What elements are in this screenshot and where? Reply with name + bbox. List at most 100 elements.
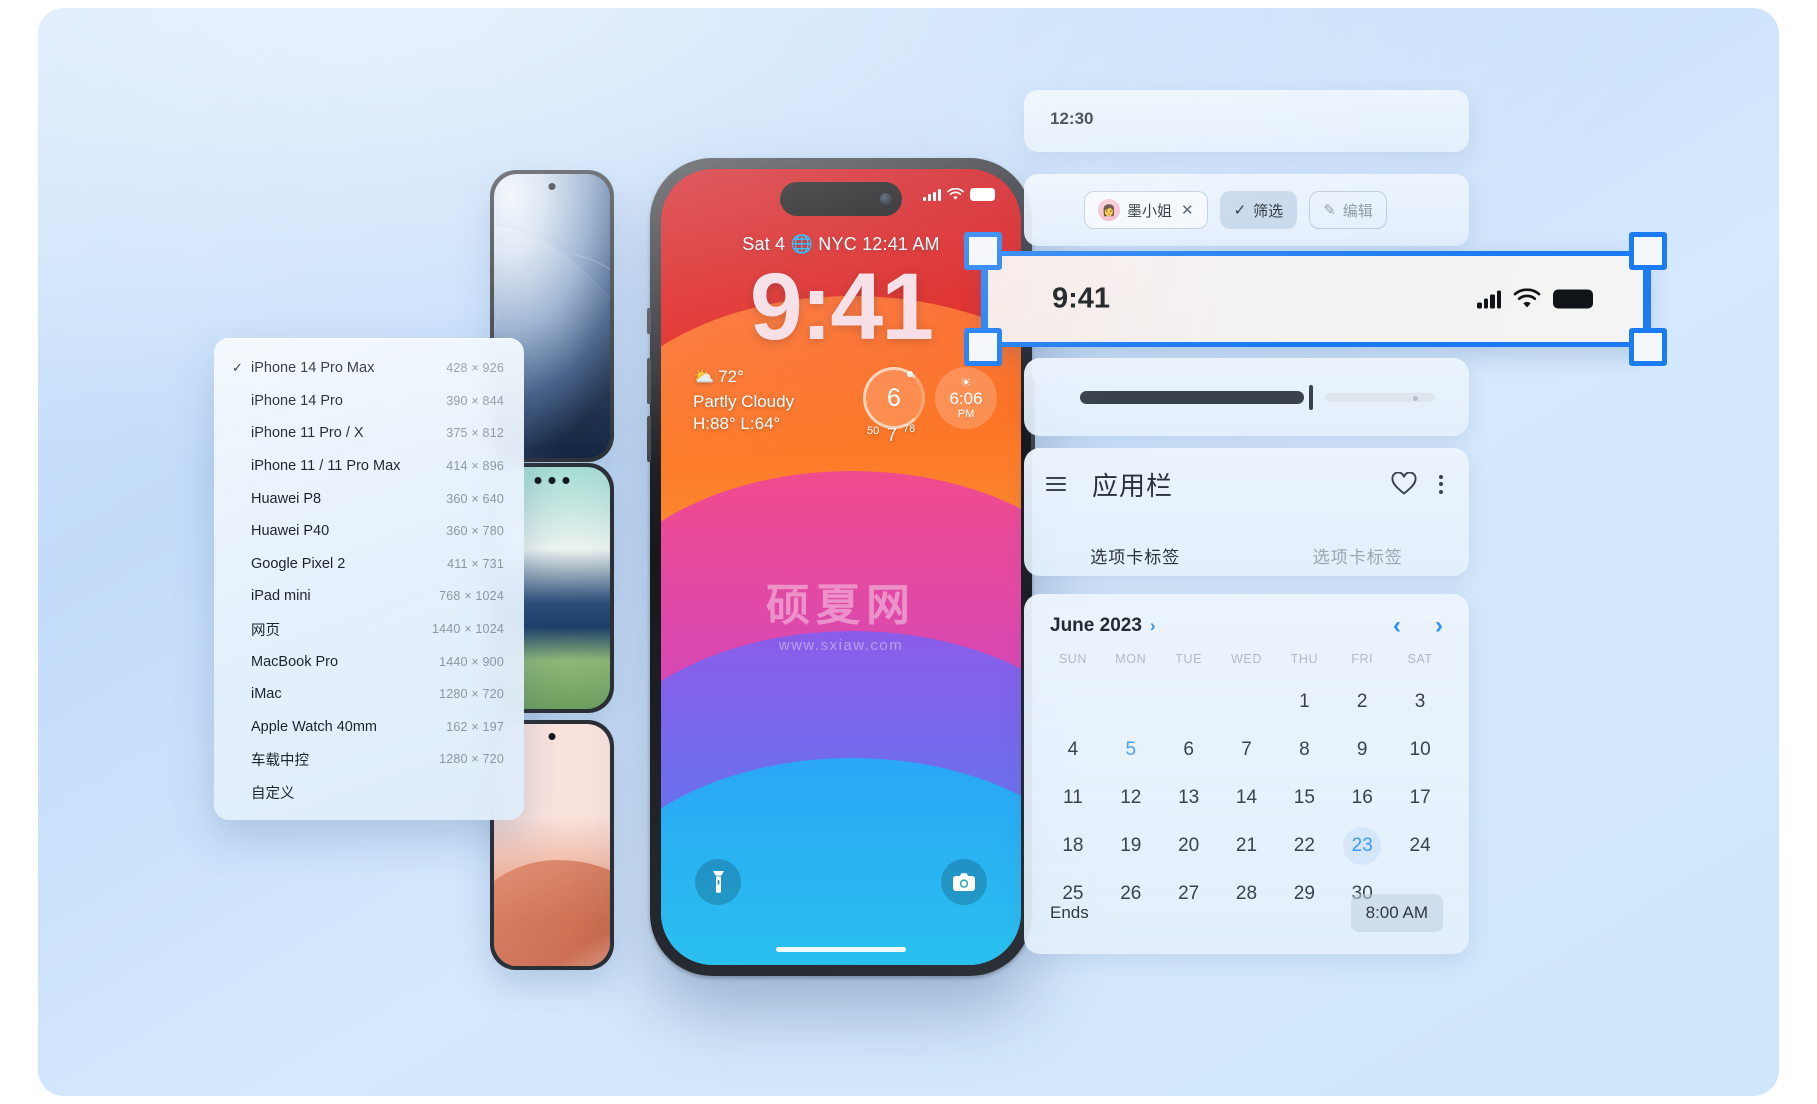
ends-time-value[interactable]: 8:00 AM [1350,894,1443,932]
lockscreen-canvas[interactable]: Sat 4 🌐 NYC 12:41 AM 9:41 ⛅ 72° Partly C… [661,169,1021,965]
calendar-day-cell[interactable]: 17 [1391,774,1449,822]
menu-item-label: iPhone 14 Pro Max [251,360,375,377]
calendar-day-cell[interactable]: 15 [1275,774,1333,822]
gauge-max: 78 [903,423,916,435]
calendar-panel[interactable]: June 2023 › ‹ › SUN MON TUE WED THU FRI … [1024,594,1469,954]
calendar-day-cell[interactable]: 20 [1160,822,1218,870]
calendar-day-blank [1044,678,1102,726]
close-icon[interactable]: ✕ [1181,201,1194,219]
calendar-day-cell[interactable]: 3 [1391,678,1449,726]
volume-down-button[interactable] [647,416,651,462]
slider-thumb[interactable] [1308,385,1313,410]
menu-item-size: 414 × 896 [446,459,504,474]
menu-item-device[interactable]: 网页 1440 × 1024 [214,613,524,646]
chip-edit[interactable]: ✎ 编辑 [1309,191,1387,229]
slider-panel[interactable] [1024,358,1469,436]
appbar-panel[interactable]: 应用栏 选项卡标签 选项卡标签 [1024,448,1469,576]
wallpaper-band-purple [661,630,1021,965]
chips-panel[interactable]: 👩 墨小姐 ✕ ✓ 筛选 ✎ 编辑 [1024,174,1469,246]
menu-item-label: Huawei P40 [251,523,330,540]
mute-switch[interactable] [647,308,651,334]
device-size-dropdown[interactable]: ✓ iPhone 14 Pro Max 428 × 926 iPhone 14 … [214,338,524,821]
menu-item-device[interactable]: 车载中控 1280 × 720 [214,743,524,776]
calendar-day-cell[interactable]: 13 [1160,774,1218,822]
next-month-icon[interactable]: › [1435,612,1443,640]
sunset-widget[interactable]: ☀ 6:06 PM [935,367,997,429]
time-panel[interactable]: 12:30 [1024,90,1469,152]
calendar-day-blank [1218,678,1276,726]
calendar-day-cell[interactable]: 8 [1275,726,1333,774]
menu-item-device[interactable]: Huawei P40 360 × 780 [214,515,524,548]
tab-item-active[interactable]: 选项卡标签 [1024,543,1247,568]
calendar-day-cell[interactable]: 23 [1333,822,1391,870]
slider-control[interactable] [1080,385,1435,410]
flashlight-button[interactable] [695,859,741,905]
chip-filter[interactable]: ✓ 筛选 [1219,191,1298,229]
menu-item-device[interactable]: iMac 1280 × 720 [214,678,524,711]
calendar-day-cell[interactable]: 19 [1102,822,1160,870]
tab-item-inactive[interactable]: 选项卡标签 [1247,543,1470,568]
resize-handle-top-right[interactable] [1629,232,1667,270]
home-indicator[interactable] [776,947,906,952]
menu-item-device[interactable]: Google Pixel 2 411 × 731 [214,548,524,581]
menu-item-device[interactable]: iPhone 11 / 11 Pro Max 414 × 896 [214,450,524,483]
chip-label: 墨小姐 [1127,202,1173,220]
menu-item-device[interactable]: iPhone 14 Pro 390 × 844 [214,385,524,418]
menu-item-size: 1440 × 1024 [431,622,504,637]
calendar-day-blank [1102,678,1160,726]
weather-widget[interactable]: ⛅ 72° Partly Cloudy H:88° L:64° [693,367,794,434]
menu-item-custom[interactable]: 自定义 [214,776,524,809]
status-bar-component[interactable]: 9:41 [983,251,1648,347]
calendar-day-cell[interactable]: 16 [1333,774,1391,822]
menu-item-device[interactable]: Apple Watch 40mm 162 × 197 [214,711,524,744]
calendar-day-cell[interactable]: 4 [1044,726,1102,774]
calendar-day-cell[interactable]: 21 [1218,822,1276,870]
status-bar-time: 9:41 [1052,282,1111,315]
volume-up-button[interactable] [647,358,651,404]
calendar-weekday-row: SUN MON TUE WED THU FRI SAT [1044,652,1449,666]
selected-component-statusbar[interactable]: 9:41 [964,232,1667,366]
calendar-day-cell[interactable]: 12 [1102,774,1160,822]
dynamic-island[interactable] [780,182,902,216]
weekday-label: THU [1290,652,1319,666]
calendar-day-cell[interactable]: 24 [1391,822,1449,870]
menu-item-device[interactable]: MacBook Pro 1440 × 900 [214,645,524,678]
calendar-day-cell[interactable]: 10 [1391,726,1449,774]
calendar-month-label[interactable]: June 2023 [1050,615,1142,637]
calendar-day-cell[interactable]: 7 [1218,726,1276,774]
design-canvas[interactable]: ✓ iPhone 14 Pro Max 428 × 926 iPhone 14 … [38,8,1779,1096]
chip-contact[interactable]: 👩 墨小姐 ✕ [1084,191,1208,229]
weather-temp: 72° [718,367,744,386]
prev-month-icon[interactable]: ‹ [1393,612,1401,640]
chevron-right-icon[interactable]: › [1150,616,1156,636]
weekday-label: TUE [1175,652,1203,666]
calendar-day-cell[interactable]: 11 [1044,774,1102,822]
calendar-day-cell[interactable]: 6 [1160,726,1218,774]
menu-item-device[interactable]: ✓ iPhone 14 Pro Max 428 × 926 [214,352,524,385]
more-options-icon[interactable] [1439,474,1443,494]
calendar-day-cell[interactable]: 1 [1275,678,1333,726]
menu-item-device[interactable]: Huawei P8 360 × 640 [214,482,524,515]
resize-handle-top-left[interactable] [964,232,1002,270]
menu-item-label: Huawei P8 [251,490,322,507]
calendar-day-cell[interactable]: 2 [1333,678,1391,726]
heart-icon[interactable] [1391,472,1417,496]
calendar-day-cell[interactable]: 14 [1218,774,1276,822]
gauge-widget[interactable]: 6 [863,367,925,429]
ends-label: Ends [1050,903,1089,922]
lockscreen-city-time: NYC 12:41 AM [818,234,940,254]
calendar-day-cell[interactable]: 5 [1102,726,1160,774]
menu-item-device[interactable]: iPhone 11 Pro / X 375 × 812 [214,417,524,450]
resize-handle-bottom-right[interactable] [1629,328,1667,366]
check-icon: ✓ [232,360,243,376]
menu-item-device[interactable]: iPad mini 768 × 1024 [214,580,524,613]
camera-button[interactable] [941,859,987,905]
calendar-day-cell[interactable]: 22 [1275,822,1333,870]
calendar-day-cell[interactable]: 9 [1333,726,1391,774]
calendar-day-grid[interactable]: 1 2 3 4 5 6 7 8 9 10 11 12 13 14 15 16 17 18 19 20 21 22 23 24 2… [1044,678,1449,918]
resize-handle-bottom-left[interactable] [964,328,1002,366]
iphone-preview[interactable]: Sat 4 🌐 NYC 12:41 AM 9:41 ⛅ 72° Partly C… [647,158,1035,976]
hamburger-menu-icon[interactable] [1046,477,1066,491]
calendar-day-cell[interactable]: 18 [1044,822,1102,870]
slider-track-filled [1080,391,1304,404]
